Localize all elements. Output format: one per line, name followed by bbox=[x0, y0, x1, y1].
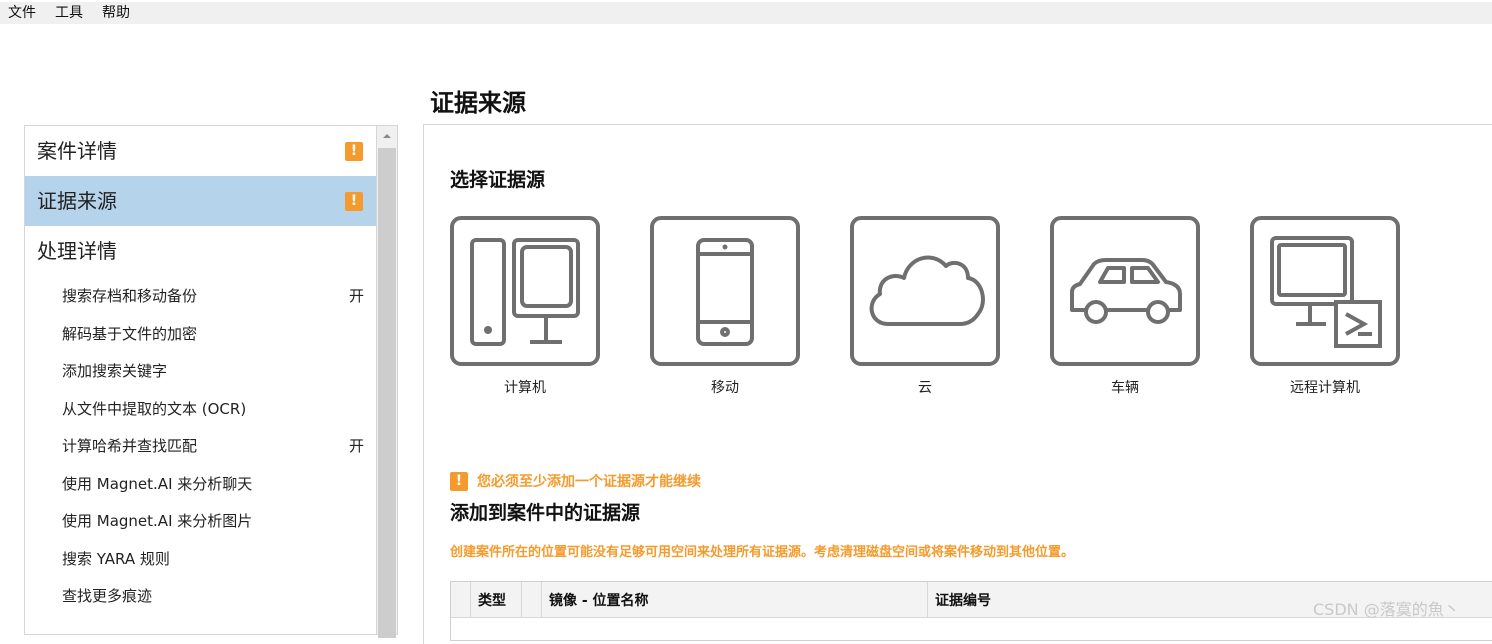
page-title: 证据来源 bbox=[430, 89, 526, 117]
sidebar-item-processing-details[interactable]: 处理详情 bbox=[25, 226, 376, 276]
vehicle-icon bbox=[1070, 258, 1182, 324]
sidebar-subitem-label: 计算哈希并查找匹配 bbox=[62, 437, 198, 455]
select-sources-title: 选择证据源 bbox=[450, 169, 546, 191]
sidebar-subitem-state: 开 bbox=[349, 437, 365, 455]
source-label-computer: 计算机 bbox=[504, 380, 546, 396]
sidebar-subitem-yara[interactable]: 搜索 YARA 规则 bbox=[25, 540, 376, 577]
warning-icon: ! bbox=[450, 472, 468, 491]
sidebar-subitem-state: 开 bbox=[349, 287, 365, 305]
source-tile-computer[interactable] bbox=[450, 216, 600, 366]
sidebar-subitem-decode-encryption[interactable]: 解码基于文件的加密 bbox=[25, 315, 376, 352]
column-header-image-location[interactable]: 镜像 - 位置名称 bbox=[542, 582, 928, 618]
source-tile-cloud[interactable] bbox=[850, 216, 1000, 366]
sidebar-item-evidence-sources[interactable]: 证据来源 ! bbox=[25, 176, 376, 226]
scroll-up-arrow-icon[interactable] bbox=[377, 126, 397, 146]
sidebar-subitem-ocr[interactable]: 从文件中提取的文本 (OCR) bbox=[25, 390, 376, 427]
sidebar: 案件详情 ! 证据来源 ! 处理详情 搜索存档和移动备份 开 解码基于文件的加密… bbox=[24, 125, 376, 635]
mobile-icon bbox=[696, 238, 754, 346]
sidebar-subitem-label: 查找更多痕迹 bbox=[62, 587, 153, 605]
source-label-mobile: 移动 bbox=[711, 380, 739, 396]
remote-computer-icon bbox=[1270, 236, 1382, 348]
sidebar-subitem-label: 搜索 YARA 规则 bbox=[62, 550, 170, 568]
column-header-select[interactable] bbox=[451, 582, 471, 618]
sidebar-subitem-label: 搜索存档和移动备份 bbox=[62, 287, 198, 305]
sidebar-subitem-label: 从文件中提取的文本 (OCR) bbox=[62, 400, 247, 418]
evidence-warning-text: 您必须至少添加一个证据源才能继续 bbox=[477, 474, 701, 490]
cloud-icon bbox=[869, 255, 985, 326]
sidebar-subitem-search-archives[interactable]: 搜索存档和移动备份 开 bbox=[25, 277, 376, 314]
watermark: CSDN @落寞的魚丶 bbox=[1313, 600, 1460, 619]
menu-tools[interactable]: 工具 bbox=[55, 5, 83, 21]
sidebar-subitem-label: 使用 Magnet.AI 来分析聊天 bbox=[62, 475, 253, 493]
sidebar-subitem-more-artifacts[interactable]: 查找更多痕迹 bbox=[25, 577, 376, 614]
sidebar-item-label: 案件详情 bbox=[37, 139, 117, 163]
source-label-remote-computer: 远程计算机 bbox=[1290, 380, 1360, 396]
sidebar-subitem-hash-match[interactable]: 计算哈希并查找匹配 开 bbox=[25, 427, 376, 464]
column-header-spacer[interactable] bbox=[522, 582, 542, 618]
warning-icon: ! bbox=[345, 192, 363, 211]
sidebar-subitem-ai-chat[interactable]: 使用 Magnet.AI 来分析聊天 bbox=[25, 465, 376, 502]
sidebar-subitem-label: 使用 Magnet.AI 来分析图片 bbox=[62, 512, 253, 530]
disk-space-warning: 创建案件所在的位置可能没有足够可用空间来处理所有证据源。考虑清理磁盘空间或将案件… bbox=[450, 545, 1075, 560]
source-label-cloud: 云 bbox=[918, 380, 932, 396]
source-label-vehicle: 车辆 bbox=[1111, 380, 1139, 396]
menu-bar: 文件 工具 帮助 bbox=[0, 2, 1492, 24]
computer-icon bbox=[470, 238, 580, 346]
sidebar-scrollbar[interactable] bbox=[376, 125, 398, 638]
sidebar-item-label: 处理详情 bbox=[37, 239, 117, 263]
sidebar-subitem-add-keywords[interactable]: 添加搜索关键字 bbox=[25, 352, 376, 389]
sidebar-item-label: 证据来源 bbox=[37, 189, 117, 213]
warning-icon: ! bbox=[345, 142, 363, 161]
column-header-type[interactable]: 类型 bbox=[471, 582, 522, 618]
sidebar-subitem-label: 解码基于文件的加密 bbox=[62, 325, 198, 343]
sidebar-subitem-label: 添加搜索关键字 bbox=[62, 362, 168, 380]
source-tile-mobile[interactable] bbox=[650, 216, 800, 366]
sidebar-item-case-details[interactable]: 案件详情 ! bbox=[25, 126, 376, 176]
added-sources-title: 添加到案件中的证据源 bbox=[450, 502, 641, 524]
menu-file[interactable]: 文件 bbox=[8, 5, 36, 21]
scrollbar-thumb[interactable] bbox=[378, 148, 396, 638]
source-tile-remote-computer[interactable] bbox=[1250, 216, 1400, 366]
source-tile-vehicle[interactable] bbox=[1050, 216, 1200, 366]
menu-help[interactable]: 帮助 bbox=[102, 5, 130, 21]
sidebar-subitem-ai-pictures[interactable]: 使用 Magnet.AI 来分析图片 bbox=[25, 502, 376, 539]
